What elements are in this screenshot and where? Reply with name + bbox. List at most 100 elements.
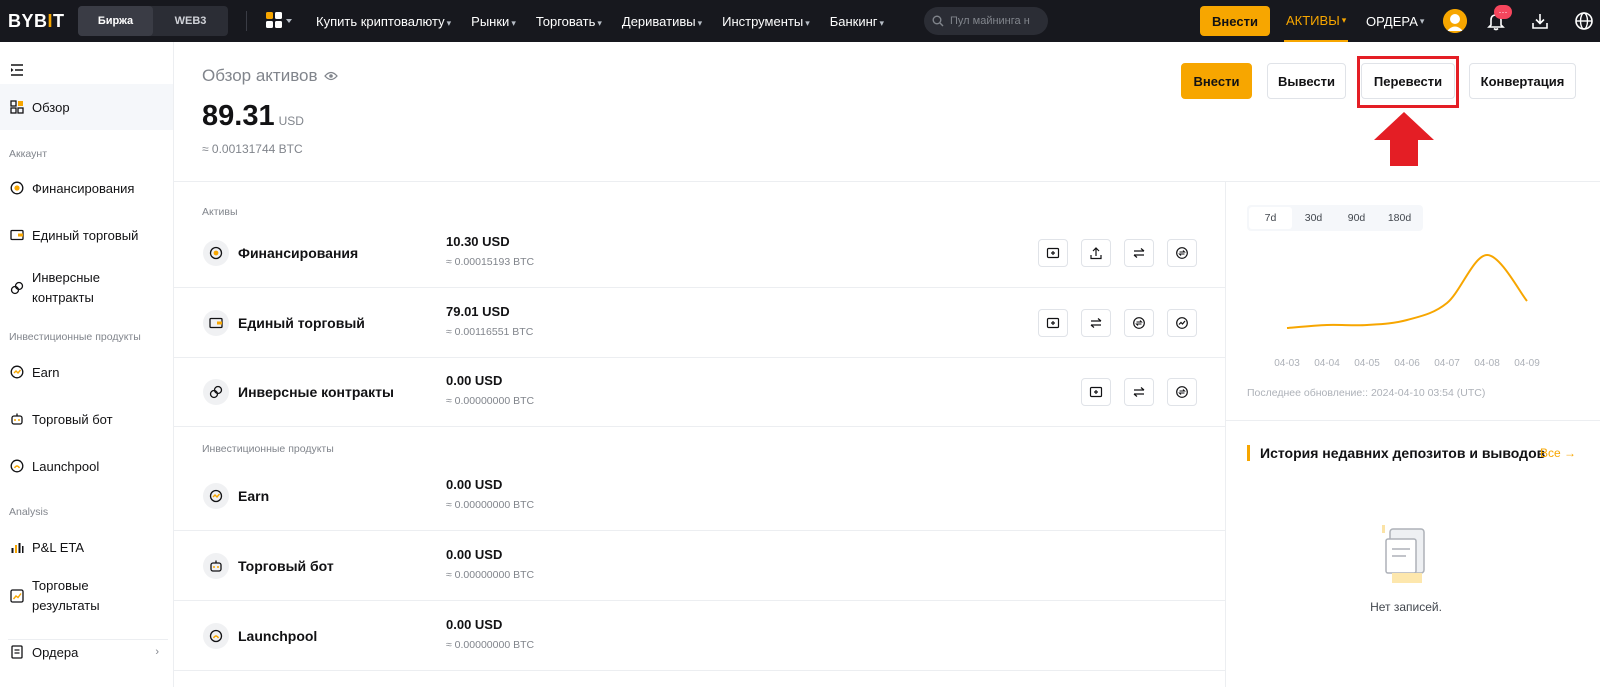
sidebar-item-label: Торговые результаты (32, 578, 100, 613)
sidebar-item-bot[interactable]: Торговый бот (0, 405, 173, 433)
segment-exchange[interactable]: Биржа (78, 6, 153, 36)
balance-value: 89.31 (202, 100, 275, 132)
asset-btc: ≈ 0.00000000 BTC (446, 639, 535, 651)
transfer-icon (1133, 387, 1145, 397)
x-tick-label: 04-07 (1434, 358, 1460, 369)
sidebar-item-launchpool[interactable]: Launchpool (0, 452, 173, 480)
asset-value: 10.30 USD (446, 234, 510, 249)
nav-buy-crypto[interactable]: Купить криптовалюту (316, 14, 451, 29)
globe-icon[interactable] (1574, 11, 1594, 31)
apps-grid-icon[interactable] (266, 11, 294, 31)
history-title: История недавних депозитов и выводов (1247, 445, 1545, 461)
asset-row-unified[interactable]: Единый торговый 79.01 USD ≈ 0.00116551 B… (174, 288, 1225, 358)
row-actions (1081, 378, 1197, 406)
asset-btc: ≈ 0.00116551 BTC (446, 326, 534, 338)
sidebar-item-overview[interactable]: Обзор (0, 84, 173, 130)
bybit-logo[interactable]: BYBIT (8, 11, 65, 32)
asset-btc: ≈ 0.00000000 BTC (446, 499, 535, 511)
assets-menu[interactable]: АКТИВЫ (1284, 0, 1349, 42)
asset-name: Launchpool (238, 628, 318, 644)
empty-records-text: Нет записей. (1370, 600, 1442, 614)
convert-action-button[interactable] (1167, 378, 1197, 406)
x-tick-label: 04-05 (1354, 358, 1380, 369)
last-updated: Последнее обновление:: 2024-04-10 03:54 … (1247, 387, 1486, 399)
sidebar-item-label: Единый торговый (32, 227, 139, 243)
asset-row-funding[interactable]: Финансирования 10.30 USD ≈ 0.00015193 BT… (174, 218, 1225, 288)
sidebar-item-label: Earn (32, 364, 60, 380)
deposit-action-button[interactable] (1081, 378, 1111, 406)
trade-action-button[interactable] (1167, 309, 1197, 337)
avatar[interactable] (1443, 9, 1467, 33)
sidebar-item-label: Обзор (32, 99, 70, 115)
asset-row-bot[interactable]: Торговый бот 0.00 USD ≈ 0.00000000 BTC (174, 531, 1225, 601)
nav-banking[interactable]: Банкинг (830, 14, 884, 29)
sidebar: Обзор Аккаунт Финансирования Единый торг… (0, 42, 174, 687)
x-tick-label: 04-09 (1514, 358, 1540, 369)
sidebar-item-label: Ордера (32, 644, 79, 660)
asset-name: Торговый бот (238, 558, 334, 574)
tab-180d[interactable]: 180d (1378, 207, 1421, 229)
sidebar-item-label: Торговый бот (32, 411, 113, 427)
transfer-action-button[interactable] (1124, 378, 1154, 406)
transfer-action-button[interactable] (1124, 239, 1154, 267)
convert-action-button[interactable] (1167, 239, 1197, 267)
nav-trade[interactable]: Торговать (536, 14, 602, 29)
convert-icon (1176, 247, 1188, 259)
sidebar-item-pnl[interactable]: P&L ETA (0, 533, 173, 561)
asset-btc: ≈ 0.00000000 BTC (446, 569, 535, 581)
earn-icon (10, 365, 24, 379)
asset-btc: ≈ 0.00000000 BTC (446, 395, 535, 407)
balance-currency: USD (278, 114, 304, 128)
range-tabs: 7d 30d 90d 180d (1247, 205, 1423, 231)
deposit-action-button[interactable] (1038, 239, 1068, 267)
sidebar-item-unified[interactable]: Единый торговый (0, 221, 173, 249)
search-icon (932, 15, 944, 27)
top-deposit-button[interactable]: Внести (1200, 6, 1270, 36)
asset-value: 0.00 USD (446, 617, 503, 632)
orders-menu[interactable]: ОРДЕРА (1366, 0, 1424, 42)
nav-tools[interactable]: Инструменты (722, 14, 810, 29)
tab-7d[interactable]: 7d (1249, 207, 1292, 229)
withdraw-action-button[interactable] (1081, 239, 1111, 267)
segment-web3[interactable]: WEB3 (153, 6, 228, 36)
tab-30d[interactable]: 30d (1292, 207, 1335, 229)
sidebar-item-trade-results[interactable]: Торговые результаты (0, 572, 173, 620)
deposit-button[interactable]: Внести (1181, 63, 1252, 99)
nav-markets[interactable]: Рынки (471, 14, 516, 29)
asset-name: Финансирования (238, 245, 359, 261)
search-input[interactable] (950, 15, 1042, 27)
transfer-icon (1090, 318, 1102, 328)
sidebar-item-earn[interactable]: Earn (0, 358, 173, 386)
nav-derivatives[interactable]: Деривативы (622, 14, 702, 29)
view-all-link[interactable]: Все → (1540, 446, 1576, 460)
divider (174, 181, 1600, 182)
sidebar-item-label: Инверсные контракты (32, 270, 100, 305)
asset-row-earn[interactable]: Earn 0.00 USD ≈ 0.00000000 BTC (174, 461, 1225, 531)
asset-row-launchpool[interactable]: Launchpool 0.00 USD ≈ 0.00000000 BTC (174, 601, 1225, 671)
sidebar-item-orders[interactable]: Ордера › (0, 638, 173, 666)
wallet-plus-icon (1046, 247, 1060, 259)
eye-icon[interactable] (323, 71, 338, 81)
withdraw-button[interactable]: Вывести (1267, 63, 1346, 99)
x-tick-label: 04-08 (1474, 358, 1500, 369)
asset-value: 0.00 USD (446, 477, 503, 492)
asset-row-inverse[interactable]: Инверсные контракты 0.00 USD ≈ 0.0000000… (174, 357, 1225, 427)
menu-collapse-icon[interactable] (10, 64, 24, 76)
sidebar-section-invest: Инвестиционные продукты (9, 331, 141, 343)
section-assets: Активы (202, 206, 238, 218)
sidebar-item-funding[interactable]: Финансирования (0, 174, 173, 202)
chevron-right-icon: › (155, 646, 159, 658)
convert-action-button[interactable] (1124, 309, 1154, 337)
earn-icon (203, 483, 229, 509)
sidebar-item-label: P&L ETA (32, 539, 85, 555)
convert-button[interactable]: Конвертация (1469, 63, 1576, 99)
transfer-highlight-box (1357, 56, 1459, 108)
download-icon[interactable] (1530, 11, 1550, 31)
transfer-action-button[interactable] (1081, 309, 1111, 337)
x-tick-label: 04-03 (1274, 358, 1300, 369)
robot-icon (203, 553, 229, 579)
total-balance: 89.31 USD (202, 100, 304, 133)
deposit-action-button[interactable] (1038, 309, 1068, 337)
sidebar-item-inverse[interactable]: Инверсные контракты (0, 264, 173, 312)
tab-90d[interactable]: 90d (1335, 207, 1378, 229)
